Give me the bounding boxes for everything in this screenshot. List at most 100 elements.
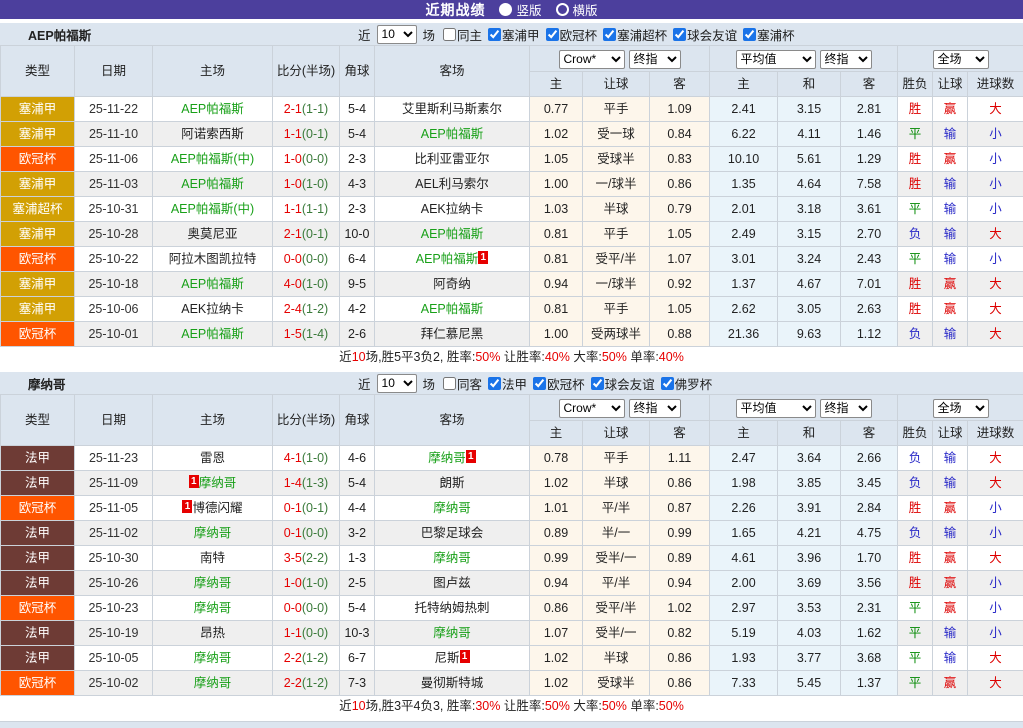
same-venue-checkbox[interactable] xyxy=(443,28,456,41)
column-header: 角球 xyxy=(340,395,375,446)
same-venue-filter[interactable]: 同客 xyxy=(443,374,482,393)
odds-away: 0.99 xyxy=(650,521,710,546)
league-label: 球会友谊 xyxy=(605,374,655,393)
league-checkbox[interactable] xyxy=(603,28,616,41)
same-venue-label: 同客 xyxy=(457,374,482,393)
odds-home: 1.03 xyxy=(530,197,583,222)
odds-stage-select[interactable]: 终指 xyxy=(629,50,681,69)
league-filter[interactable]: 法甲 xyxy=(488,374,527,393)
layout-radio-vertical[interactable]: 竖版 xyxy=(499,0,541,19)
match-row: 法甲25-10-26摩纳哥1-0(1-0)2-5图卢兹0.94平/半0.942.… xyxy=(1,571,1023,596)
team-filter-bar: AEP帕福斯近10场同主塞浦甲欧冠杯塞浦超杯球会友谊塞浦杯 xyxy=(0,23,1023,45)
league-checkbox[interactable] xyxy=(743,28,756,41)
fulltime-score: 0-0 xyxy=(284,601,302,615)
match-score: 1-0(1-0) xyxy=(273,172,340,197)
halftime-score: (2-2) xyxy=(302,551,328,565)
league-filter[interactable]: 欧冠杯 xyxy=(546,25,598,44)
avg-away: 2.63 xyxy=(841,297,898,322)
avg-home: 1.93 xyxy=(710,646,778,671)
average-select[interactable]: 平均值 xyxy=(736,399,816,418)
away-team-name: AEL利马索尔 xyxy=(415,177,489,191)
avg-home: 6.22 xyxy=(710,122,778,147)
corner-count: 10-3 xyxy=(340,621,375,646)
league-checkbox[interactable] xyxy=(546,28,559,41)
result-outcome: 负 xyxy=(898,521,933,546)
match-score: 0-1(0-1) xyxy=(273,496,340,521)
league-badge: 法甲 xyxy=(1,646,75,671)
result-outcome: 平 xyxy=(898,646,933,671)
scope-select[interactable]: 全场 xyxy=(933,50,989,69)
league-checkbox[interactable] xyxy=(661,377,674,390)
away-team-name: 朗斯 xyxy=(439,476,464,490)
away-team-name: 拜仁慕尼黑 xyxy=(421,327,484,341)
home-team-name: 摩纳哥 xyxy=(194,576,232,590)
away-team-name: 巴黎足球会 xyxy=(421,526,484,540)
match-row: 塞浦甲25-11-03AEP帕福斯1-0(1-0)4-3AEL利马索尔1.00一… xyxy=(1,172,1023,197)
avg-home: 2.97 xyxy=(710,596,778,621)
halftime-score: (1-3) xyxy=(302,476,328,490)
away-team-cell: 比利亚雷亚尔 xyxy=(375,147,530,172)
result-goals: 小 xyxy=(968,247,1023,272)
avg-stage-select[interactable]: 终指 xyxy=(820,50,872,69)
league-filter[interactable]: 佛罗杯 xyxy=(661,374,713,393)
avg-draw: 3.05 xyxy=(778,297,841,322)
layout-radio-horizontal[interactable]: 横版 xyxy=(556,0,598,19)
odds-away: 0.88 xyxy=(650,322,710,347)
result-goals: 大 xyxy=(968,297,1023,322)
avg-home: 10.10 xyxy=(710,147,778,172)
sub-column-header: 主 xyxy=(530,421,583,446)
league-badge: 塞浦超杯 xyxy=(1,197,75,222)
result-outcome: 胜 xyxy=(898,546,933,571)
odds-stage-select[interactable]: 终指 xyxy=(629,399,681,418)
same-venue-filter[interactable]: 同主 xyxy=(443,25,482,44)
avg-stage-select[interactable]: 终指 xyxy=(820,399,872,418)
avg-draw: 3.64 xyxy=(778,446,841,471)
league-checkbox[interactable] xyxy=(488,28,501,41)
home-team-cell: 昂热 xyxy=(153,621,273,646)
halftime-score: (0-0) xyxy=(302,526,328,540)
avg-home: 2.49 xyxy=(710,222,778,247)
home-team-name: AEP帕福斯 xyxy=(181,102,244,116)
bookmaker-select[interactable]: Crow* xyxy=(559,50,625,69)
league-filter[interactable]: 塞浦超杯 xyxy=(603,25,667,44)
bookmaker-select[interactable]: Crow* xyxy=(559,399,625,418)
odds-home: 0.81 xyxy=(530,297,583,322)
league-checkbox[interactable] xyxy=(591,377,604,390)
avg-draw: 5.61 xyxy=(778,147,841,172)
away-team-cell: AEP帕福斯1 xyxy=(375,247,530,272)
result-handicap: 赢 xyxy=(933,272,968,297)
odds-handicap: 受平/半 xyxy=(583,247,650,272)
league-checkbox[interactable] xyxy=(533,377,546,390)
away-team-name: 艾里斯利马斯素尔 xyxy=(402,102,502,116)
recent-count-select[interactable]: 10 xyxy=(377,25,417,44)
league-badge: 塞浦甲 xyxy=(1,272,75,297)
league-checkbox[interactable] xyxy=(673,28,686,41)
league-filter[interactable]: 球会友谊 xyxy=(591,374,655,393)
scope-select[interactable]: 全场 xyxy=(933,399,989,418)
corner-count: 4-2 xyxy=(340,297,375,322)
column-header: 日期 xyxy=(75,395,153,446)
league-checkbox[interactable] xyxy=(488,377,501,390)
home-team-cell: AEK拉纳卡 xyxy=(153,297,273,322)
league-filter[interactable]: 球会友谊 xyxy=(673,25,737,44)
away-team-name: AEP帕福斯 xyxy=(421,127,484,141)
home-team-cell: AEP帕福斯 xyxy=(153,272,273,297)
league-filter[interactable]: 欧冠杯 xyxy=(533,374,585,393)
match-score: 1-1(0-1) xyxy=(273,122,340,147)
recent-count-select[interactable]: 10 xyxy=(377,374,417,393)
away-team-cell: AEK拉纳卡 xyxy=(375,197,530,222)
radio-unselected-icon xyxy=(556,3,569,16)
result-handicap: 输 xyxy=(933,197,968,222)
league-filter[interactable]: 塞浦杯 xyxy=(743,25,795,44)
home-team-name: 南特 xyxy=(200,551,225,565)
avg-draw: 3.91 xyxy=(778,496,841,521)
league-filter[interactable]: 塞浦甲 xyxy=(488,25,540,44)
odds-home: 0.94 xyxy=(530,571,583,596)
same-venue-checkbox[interactable] xyxy=(443,377,456,390)
result-outcome: 胜 xyxy=(898,297,933,322)
average-select[interactable]: 平均值 xyxy=(736,50,816,69)
home-team-cell: 摩纳哥 xyxy=(153,671,273,696)
odds-home: 0.99 xyxy=(530,546,583,571)
away-team-name: 摩纳哥 xyxy=(433,501,471,515)
result-goals: 大 xyxy=(968,322,1023,347)
